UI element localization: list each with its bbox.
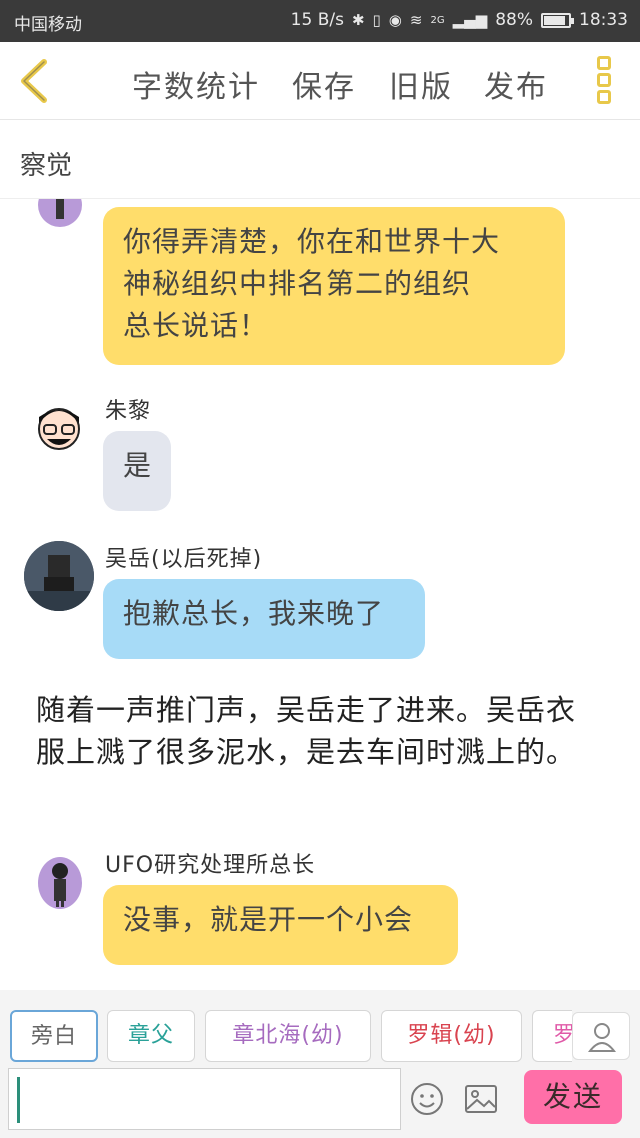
message-text-line: 你得弄清楚，你在和世界十大: [123, 225, 501, 258]
character-label: 罗辑(幼): [407, 1023, 496, 1048]
avatar-photo-icon: [24, 541, 94, 611]
sender-name: 朱黎: [105, 399, 152, 424]
message-input[interactable]: [8, 1068, 401, 1130]
old-version-button[interactable]: 旧版: [389, 62, 453, 106]
more-vertical-icon[interactable]: [592, 56, 616, 108]
eye-icon: ◉: [388, 11, 402, 29]
avatar-figure-icon: [56, 199, 64, 219]
network-type: 2G: [430, 14, 445, 26]
emoji-button[interactable]: [410, 1082, 444, 1116]
battery-icon: [541, 12, 574, 28]
role-manager-button[interactable]: [572, 1012, 630, 1060]
clock: 18:33: [579, 10, 628, 30]
editor-toolbar: 字数统计 保存 旧版 发布: [0, 42, 640, 120]
image-icon: [465, 1085, 497, 1113]
signal-icon: ▂▄▆: [452, 11, 488, 29]
message-bubble[interactable]: 抱歉总长，我来晚了: [103, 579, 425, 659]
composer-panel: 旁白 章父 章北海(幼) 罗辑(幼) 罗 发送: [0, 990, 640, 1138]
avatar-face-icon: [38, 408, 80, 450]
status-icons: 15 B/s ✱ ▯ ◉ ≋ 2G ▂▄▆ 88% 18:33: [291, 10, 628, 30]
avatar-figure-icon: [52, 863, 68, 907]
message-text: 是: [123, 449, 153, 482]
emoji-icon: [411, 1083, 443, 1115]
carrier-label: 中国移动: [14, 15, 82, 35]
character-label: 旁白: [30, 1024, 77, 1049]
chat-area[interactable]: 你得弄清楚，你在和世界十大 神秘组织中排名第二的组织 总长说话！ 朱黎 是 吴岳…: [0, 199, 640, 989]
send-button[interactable]: 发送: [524, 1070, 622, 1124]
message-text: 抱歉总长，我来晚了: [123, 597, 385, 630]
character-chip[interactable]: 罗: [532, 1010, 572, 1062]
wifi-icon: ≋: [409, 11, 423, 29]
vibrate-icon: ▯: [372, 11, 381, 29]
character-label: 罗: [553, 1023, 572, 1048]
word-count-button[interactable]: 字数统计: [132, 62, 260, 106]
status-bar: 中国移动 15 B/s ✱ ▯ ◉ ≋ 2G ▂▄▆ 88% 18:33: [0, 0, 640, 42]
save-button[interactable]: 保存: [292, 62, 356, 106]
bluetooth-icon: ✱: [351, 11, 365, 29]
avatar[interactable]: [24, 541, 94, 611]
character-label: 章北海(幼): [232, 1023, 344, 1048]
character-label: 章父: [127, 1023, 174, 1048]
sender-name: UFO研究处理所总长: [105, 853, 316, 878]
message-text-line: 神秘组织中排名第二的组织: [123, 267, 472, 300]
battery-percent: 88%: [495, 10, 533, 30]
character-chip[interactable]: 罗辑(幼): [381, 1010, 522, 1062]
network-speed: 15 B/s: [290, 10, 344, 30]
narration-text[interactable]: 随着一声推门声，吴岳走了进来。吴岳衣服上溅了很多泥水，是去车间时溅上的。: [36, 689, 596, 773]
message-text-line: 总长说话！: [123, 309, 269, 342]
sender-name: 吴岳(以后死掉): [105, 547, 263, 572]
publish-button[interactable]: 发布: [484, 62, 548, 106]
message-text: 没事，就是开一个小会: [123, 903, 414, 936]
chapter-title: 察觉: [20, 151, 73, 181]
chapter-title-bar[interactable]: 察觉: [0, 121, 640, 199]
chevron-left-icon: [21, 59, 47, 103]
message-bubble[interactable]: 你得弄清楚，你在和世界十大 神秘组织中排名第二的组织 总长说话！: [103, 207, 565, 365]
character-chip[interactable]: 章父: [107, 1010, 195, 1062]
avatar[interactable]: [32, 399, 86, 453]
message-bubble[interactable]: 没事，就是开一个小会: [103, 885, 458, 965]
character-chip[interactable]: 旁白: [10, 1010, 98, 1062]
text-cursor: [17, 1077, 20, 1123]
avatar[interactable]: [38, 199, 82, 227]
character-chip[interactable]: 章北海(幼): [205, 1010, 371, 1062]
avatar[interactable]: [38, 857, 82, 909]
back-button[interactable]: [14, 56, 58, 106]
user-icon: [587, 1023, 617, 1052]
message-bubble[interactable]: 是: [103, 431, 171, 511]
image-button[interactable]: [464, 1084, 498, 1114]
